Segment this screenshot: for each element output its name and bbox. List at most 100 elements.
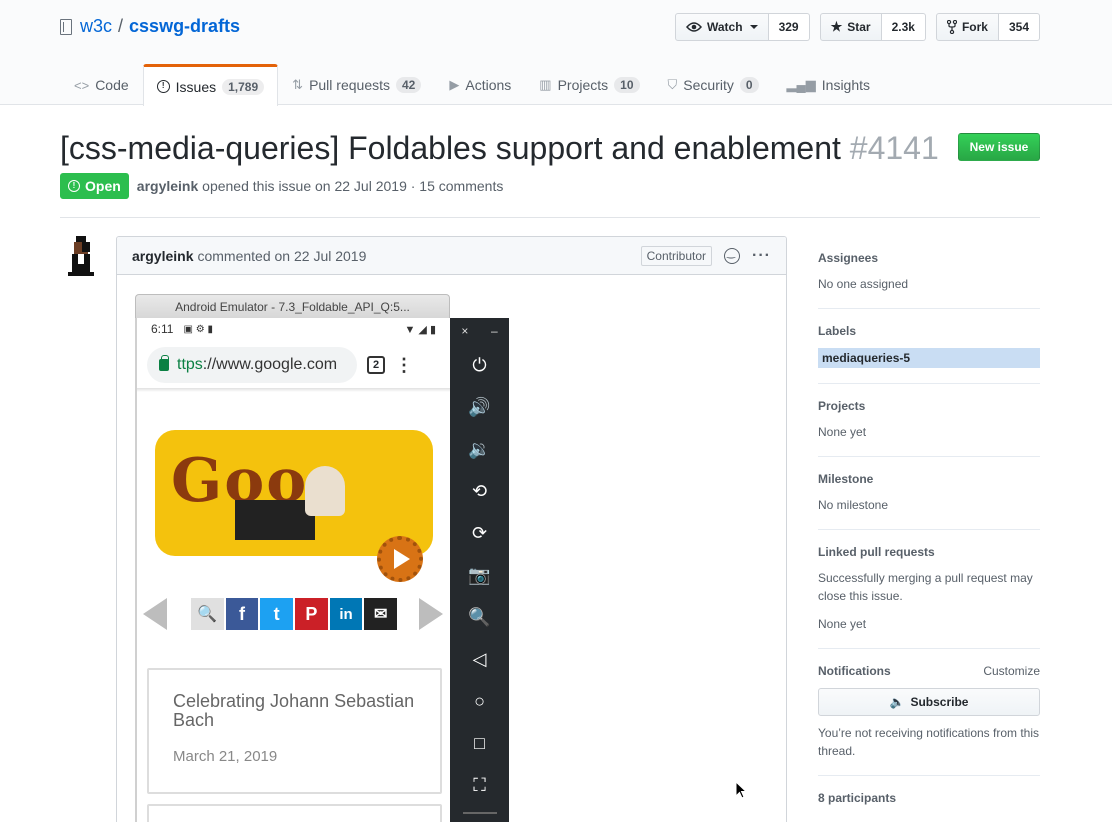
linkedin-icon: in — [329, 598, 363, 630]
linked-prs-description: Successfully merging a pull request may … — [818, 571, 1033, 603]
phone-screen: 6:11 ▣ ⚙ ▮ ▼ ◢ ▮ ttps://www.google.com 2… — [135, 318, 450, 822]
comment-header: argyleink commented on 22 Jul 2019 Contr… — [117, 237, 786, 275]
label-mediaqueries-5[interactable]: mediaqueries-5 — [818, 348, 1040, 368]
issue-number: #4141 — [849, 130, 939, 166]
next-card — [147, 804, 442, 822]
card-title: Celebrating Johann Sebastian Bach — [173, 691, 415, 730]
emulator-window-title: Android Emulator - 7.3_Foldable_API_Q:5.… — [135, 294, 450, 318]
repo-book-icon — [60, 18, 72, 35]
repo-name-link[interactable]: csswg-drafts — [129, 16, 240, 37]
star-button[interactable]: ★ Star — [819, 13, 882, 41]
linked-prs-value: None yet — [818, 617, 867, 631]
issue-meta-text: opened this issue on 22 Jul 2019 · 15 co… — [202, 178, 504, 194]
tab-issues-label: Issues — [175, 78, 217, 95]
security-counter: 0 — [739, 77, 759, 93]
star-count[interactable]: 2.3k — [881, 13, 926, 41]
notification-icons: ▣ ⚙ ▮ — [183, 323, 213, 335]
zoom-icon: 🔍 — [468, 606, 491, 627]
comment-meta[interactable]: commented on 22 Jul 2019 — [197, 248, 366, 264]
project-icon: ▥ — [539, 77, 552, 92]
issue-author-link[interactable]: argyleink — [137, 178, 198, 194]
tab-insights[interactable]: ▂▄▆ Insights — [773, 64, 884, 105]
labels-heading[interactable]: Labels — [818, 324, 856, 338]
milestone-heading[interactable]: Milestone — [818, 472, 873, 486]
fork-button[interactable]: Fork — [935, 13, 999, 41]
notifications-section: Notifications Customize 🔈 Subscribe You’… — [818, 649, 1040, 776]
volume-up-icon: 🔊 — [468, 396, 491, 417]
projects-heading[interactable]: Projects — [818, 399, 865, 413]
card-date: March 21, 2019 — [173, 747, 278, 765]
repo-owner-link[interactable]: w3c — [80, 16, 112, 37]
milestone-value: No milestone — [818, 498, 889, 512]
tab-code-label: Code — [95, 77, 129, 93]
new-issue-button[interactable]: New issue — [958, 133, 1040, 161]
issue-opened-icon: ! — [68, 180, 80, 192]
notifications-heading: Notifications — [818, 664, 891, 678]
rotate-left-icon: ⟲ — [471, 480, 488, 501]
tab-issues[interactable]: ! Issues 1,789 — [142, 64, 279, 106]
tab-pull-requests[interactable]: ⇅ Pull requests 42 — [278, 64, 435, 105]
comment-author-link[interactable]: argyleink — [132, 248, 193, 264]
issue-title: [css-media-queries] Foldables support an… — [60, 130, 939, 167]
url-scheme: ttps — [177, 356, 203, 373]
state-label: Open — [85, 178, 121, 194]
tab-insights-label: Insights — [821, 77, 871, 93]
state-badge: ! Open — [60, 173, 129, 199]
watch-group: Watch 329 — [675, 13, 810, 41]
emulator-window-controls: × – — [450, 318, 509, 344]
smiley-icon[interactable] — [724, 247, 741, 264]
arrow-left-icon — [143, 598, 167, 630]
emulator-screenshot: Android Emulator - 7.3_Foldable_API_Q:5.… — [131, 294, 509, 822]
url-host: ://www.google.com — [202, 356, 338, 373]
projects-counter: 10 — [614, 77, 640, 93]
tab-security-label: Security — [683, 77, 734, 93]
assignees-section: Assignees No one assigned — [818, 236, 1040, 309]
issues-counter: 1,789 — [222, 78, 265, 95]
status-icons: ▼ ◢ ▮ — [404, 323, 436, 336]
star-group: ★ Star 2.3k — [819, 13, 926, 41]
milestone-section: Milestone No milestone — [818, 457, 1040, 530]
tab-security[interactable]: ⛉ Security 0 — [654, 64, 773, 105]
search-icon: 🔍 — [191, 598, 224, 630]
watch-button[interactable]: Watch — [675, 13, 769, 41]
linked-prs-heading[interactable]: Linked pull requests — [818, 545, 935, 559]
kebab-horizontal-icon[interactable]: ··· — [752, 247, 771, 265]
watch-label: Watch — [707, 20, 743, 34]
tab-projects[interactable]: ▥ Projects 10 — [525, 64, 653, 105]
tab-projects-label: Projects — [557, 77, 609, 93]
pinterest-icon: P — [295, 598, 328, 630]
mouse-cursor-icon — [735, 781, 748, 799]
url-bar: ttps://www.google.com — [147, 347, 357, 383]
back-icon: ◁ — [472, 648, 487, 669]
participants-heading: 8 participants — [818, 791, 897, 805]
notifications-description: You’re not receiving notifications from … — [818, 726, 1040, 758]
customize-link[interactable]: Customize — [983, 664, 1040, 678]
subscribe-button[interactable]: 🔈 Subscribe — [818, 688, 1040, 716]
subscribe-label: Subscribe — [910, 695, 969, 709]
share-row: 🔍 f t P in ✉ — [143, 594, 444, 634]
controls-divider — [462, 812, 497, 814]
doodle-organ — [235, 500, 315, 540]
assignees-heading[interactable]: Assignees — [818, 251, 878, 265]
close-icon: × — [461, 324, 469, 338]
repo-forked-icon — [946, 20, 957, 34]
participants-section: 8 participants — [818, 776, 1040, 822]
repo-actions: Watch 329 ★ Star 2.3k Fork 354 — [675, 13, 1040, 41]
graph-icon: ▂▄▆ — [786, 77, 816, 92]
avatar[interactable] — [64, 236, 96, 276]
repo-separator: / — [118, 16, 124, 36]
minimize-icon: – — [490, 324, 498, 338]
kebab-vertical-icon: ⋮ — [395, 355, 413, 375]
tab-code[interactable]: <> Code — [60, 64, 143, 105]
camera-icon: 📷 — [468, 564, 491, 585]
doodle-play-icon — [377, 536, 423, 582]
tab-actions[interactable]: ▶ Actions — [435, 64, 525, 105]
watch-count[interactable]: 329 — [768, 13, 810, 41]
fork-label: Fork — [961, 20, 988, 34]
git-pull-request-icon: ⇅ — [292, 77, 304, 92]
fork-count[interactable]: 354 — [998, 13, 1040, 41]
repo-title: w3c / csswg-drafts — [60, 16, 240, 37]
code-icon: <> — [74, 77, 90, 93]
volume-down-icon: 🔉 — [468, 438, 491, 459]
assignees-value: No one assigned — [818, 277, 909, 291]
